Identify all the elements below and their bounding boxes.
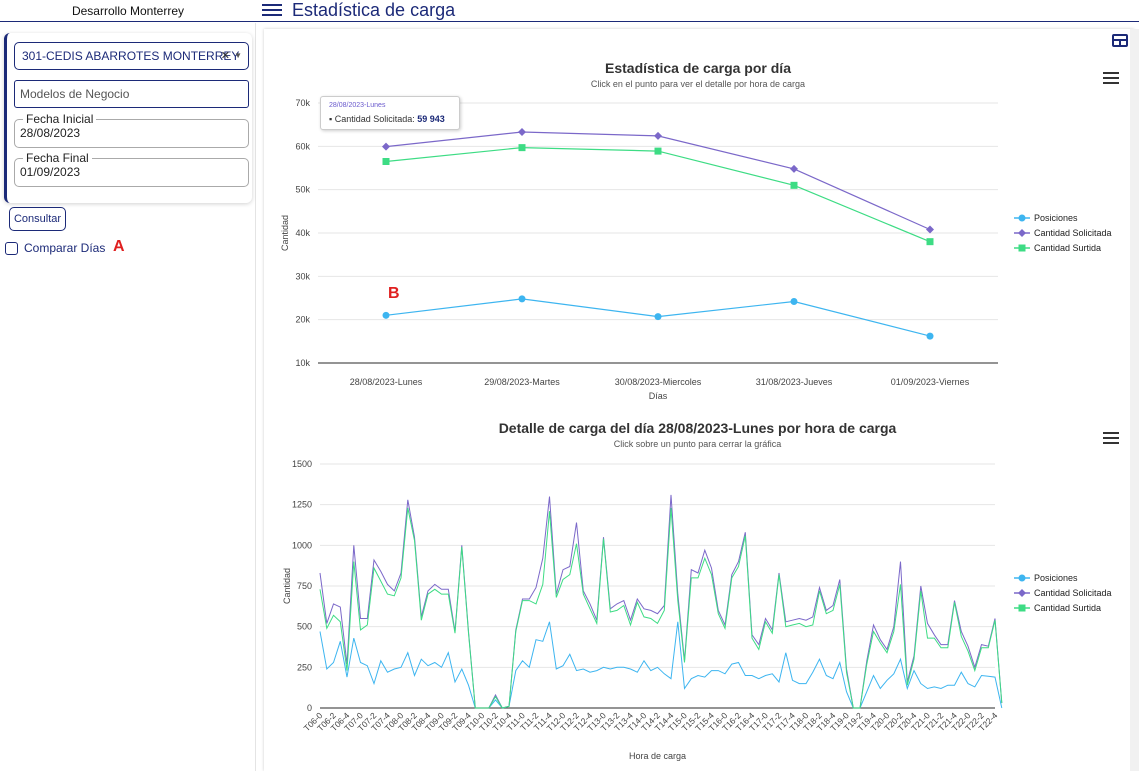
- chart1-ytick-label: 10k: [295, 358, 310, 368]
- annotation-marker-b: B: [388, 285, 400, 302]
- chart1-legend-marker: [1018, 214, 1026, 222]
- chart2-ytick-label: 750: [297, 581, 312, 591]
- chart2-legend-label: Posiciones: [1034, 573, 1078, 583]
- chart1-data-point: [790, 181, 798, 189]
- chart1-data-point: [518, 295, 526, 303]
- chart1-series-line: [385, 146, 931, 243]
- chart1-ytick-label: 50k: [295, 185, 310, 195]
- chart1-data-point: [790, 164, 798, 173]
- chart1-data-point: [518, 128, 526, 137]
- chart1-legend-label: Cantidad Solicitada: [1034, 228, 1112, 238]
- chart1-data-point: [654, 313, 662, 321]
- chart2-legend-marker: [1018, 604, 1026, 612]
- chart2-xlabel: Hora de carga: [629, 751, 686, 761]
- chart1-title: Estadística de carga por día: [605, 60, 791, 76]
- chart1-legend-label: Posiciones: [1034, 213, 1078, 223]
- chart2-ytick-label: 0: [307, 703, 312, 713]
- tooltip-title: 28/08/2023-Lunes: [329, 102, 386, 109]
- chart2-ytick-label: 1250: [292, 500, 312, 510]
- chart2-legend-label: Cantidad Surtida: [1034, 603, 1101, 613]
- chart1-xlabel: Días: [649, 391, 668, 401]
- chart1-xtick-label: 01/09/2023-Viernes: [891, 377, 970, 387]
- tooltip-value: 59 943: [417, 114, 445, 124]
- chart2-legend-marker: [1018, 574, 1026, 582]
- chart1-ytick-label: 30k: [295, 271, 310, 281]
- chart2-ytick-label: 250: [297, 662, 312, 672]
- chart1-data-point: [654, 131, 662, 140]
- chart1-xtick-label: 30/08/2023-Miercoles: [615, 377, 702, 387]
- chart1-data-point: [518, 144, 526, 152]
- chart2-series-line: [319, 621, 1003, 709]
- chart1-data-point: [926, 238, 934, 246]
- chart1-legend-marker: [1018, 229, 1026, 237]
- chart1-ylabel: Cantidad: [280, 215, 290, 251]
- charts-svg[interactable]: Estadística de carga por día Click en el …: [0, 0, 1139, 771]
- chart2-subtitle: Click sobre un punto para cerrar la gráf…: [614, 439, 782, 449]
- chart1-data-point: [926, 225, 934, 234]
- chart2-legend-marker: [1018, 589, 1026, 597]
- chart1-xtick-label: 28/08/2023-Lunes: [350, 377, 423, 387]
- chart1-subtitle: Click en el punto para ver el detalle po…: [591, 79, 805, 89]
- chart1-tooltip: 28/08/2023-Lunes ▪ Cantidad Solicitada: …: [320, 96, 460, 130]
- chart2-ytick-label: 1000: [292, 540, 312, 550]
- chart2-legend-label: Cantidad Solicitada: [1034, 588, 1112, 598]
- chart1-ytick-label: 40k: [295, 228, 310, 238]
- chart2-series-line: [319, 494, 1003, 709]
- chart1-xtick-label: 29/08/2023-Martes: [484, 377, 560, 387]
- chart1-xtick-label: 31/08/2023-Jueves: [756, 377, 833, 387]
- chart1-ytick-label: 20k: [295, 315, 310, 325]
- chart1-data-point: [382, 158, 390, 165]
- chart1-data-point: [654, 147, 662, 155]
- chart2-ylabel: Cantidad: [282, 568, 292, 604]
- chart2-ytick-label: 500: [297, 622, 312, 632]
- chart1-legend-label: Cantidad Surtida: [1034, 243, 1101, 253]
- chart2-title: Detalle de carga del día 28/08/2023-Lune…: [499, 420, 897, 436]
- chart1-data-point: [790, 297, 798, 305]
- chart1-data-point: [382, 142, 390, 151]
- chart1-data-point: [382, 311, 390, 319]
- chart1-ytick-label: 60k: [295, 141, 310, 151]
- chart1-data-point: [926, 332, 934, 340]
- chart1-legend-marker: [1018, 244, 1026, 252]
- tooltip-label: Cantidad Solicitada:: [334, 114, 415, 124]
- chart2-ytick-label: 1500: [292, 459, 312, 469]
- chart1-ytick-label: 70k: [295, 98, 310, 108]
- chart2-series-line: [319, 507, 1003, 709]
- tooltip-body: ▪ Cantidad Solicitada: 59 943: [329, 114, 445, 124]
